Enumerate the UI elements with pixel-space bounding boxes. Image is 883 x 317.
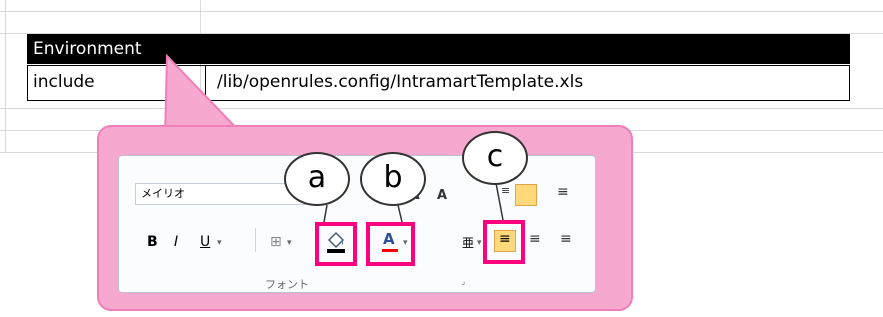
label-b-text: b	[383, 160, 403, 195]
label-c-text: c	[486, 139, 504, 174]
label-c: c	[462, 131, 528, 185]
label-b: b	[360, 152, 426, 206]
label-a: a	[284, 152, 350, 206]
label-a-text: a	[307, 160, 327, 195]
label-connectors	[323, 182, 504, 223]
